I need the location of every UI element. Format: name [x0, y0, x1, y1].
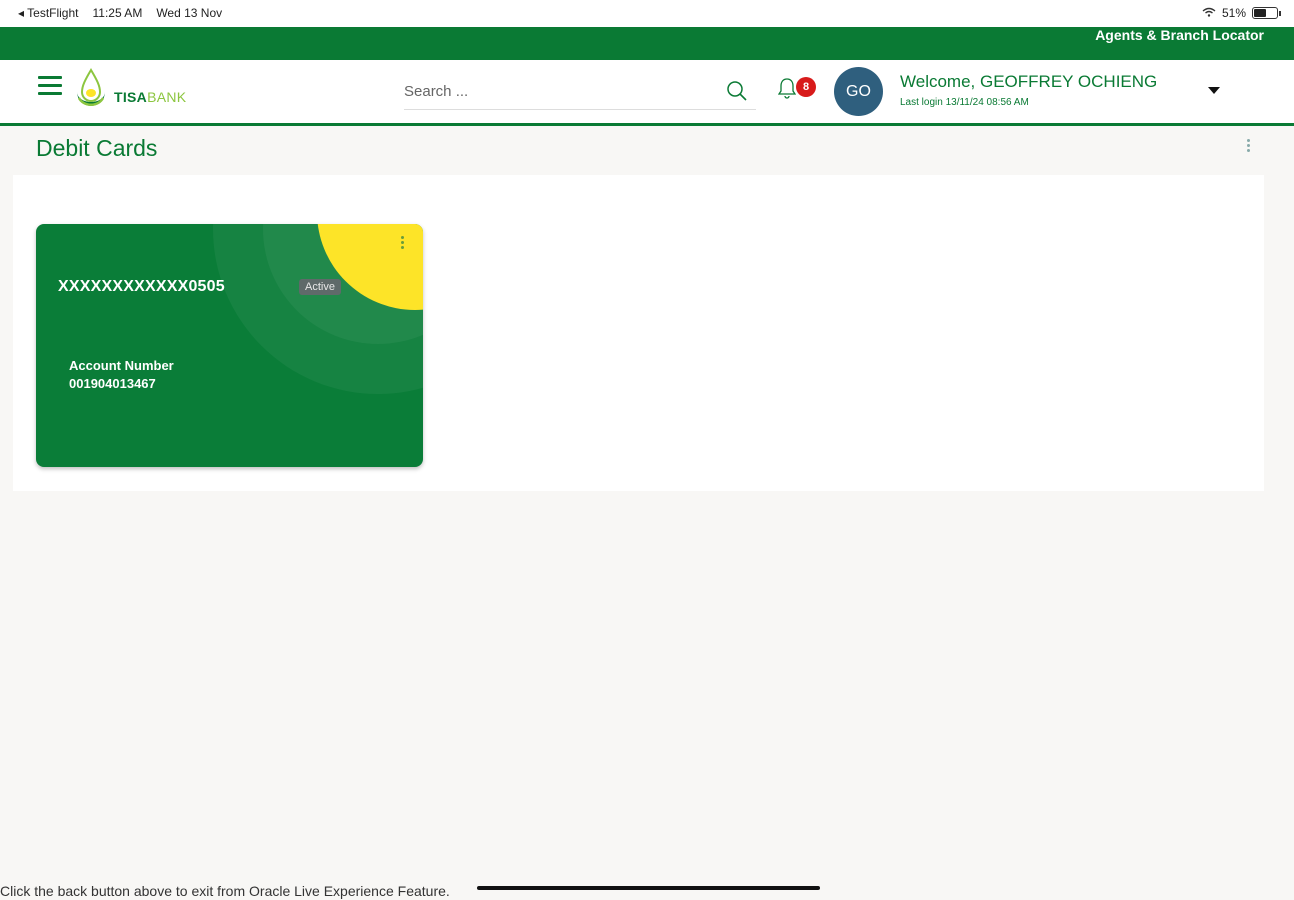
bell-icon — [777, 78, 797, 99]
app-header: TISABANK 8 GO Welcome, GEOFFREY OCHIENG … — [0, 60, 1294, 126]
notifications-button[interactable]: 8 — [777, 77, 818, 101]
tisa-bank-logo[interactable]: TISABANK — [74, 68, 186, 112]
wifi-icon — [1202, 6, 1216, 20]
logo-text-tisa: TISA — [114, 89, 148, 105]
back-to-app-link[interactable]: ◂ TestFlight — [18, 6, 79, 20]
welcome-text: Welcome, GEOFFREY OCHIENG — [900, 72, 1158, 91]
card-number: XXXXXXXXXXXX0505 — [58, 278, 225, 295]
account-number-label: Account Number — [69, 358, 174, 373]
status-badge: Active — [299, 279, 341, 295]
more-options-icon[interactable] — [1247, 139, 1253, 154]
logo-text-bank: BANK — [147, 89, 187, 105]
search-icon[interactable] — [726, 80, 748, 107]
footer-instruction-text: Click the back button above to exit from… — [0, 883, 450, 899]
agents-branch-locator-link[interactable]: Agents & Branch Locator — [1095, 27, 1264, 43]
account-number-value: 001904013467 — [69, 376, 156, 391]
search-input[interactable] — [404, 76, 704, 106]
page-title: Debit Cards — [36, 135, 158, 161]
home-indicator[interactable] — [477, 886, 820, 890]
status-time: 11:25 AM — [92, 6, 143, 20]
top-bar: Agents & Branch Locator — [0, 27, 1294, 60]
last-login-text: Last login 13/11/24 08:56 AM — [900, 97, 1029, 108]
back-app-label: TestFlight — [27, 6, 79, 20]
user-avatar[interactable]: GO — [834, 67, 883, 116]
battery-icon — [1252, 7, 1281, 19]
battery-percent: 51% — [1221, 6, 1246, 20]
notification-count-badge: 8 — [796, 77, 816, 97]
debit-card[interactable]: XXXXXXXXXXXX0505 Active Account Number 0… — [36, 224, 423, 467]
card-more-options-icon[interactable] — [401, 236, 405, 251]
menu-icon[interactable] — [38, 76, 62, 96]
ios-status-bar: ◂ TestFlight 11:25 AM Wed 13 Nov 51% — [0, 0, 1294, 27]
tisa-drop-logo-icon — [77, 68, 105, 106]
search-box — [404, 76, 756, 110]
chevron-down-icon[interactable] — [1208, 87, 1220, 94]
status-date: Wed 13 Nov — [156, 6, 223, 20]
